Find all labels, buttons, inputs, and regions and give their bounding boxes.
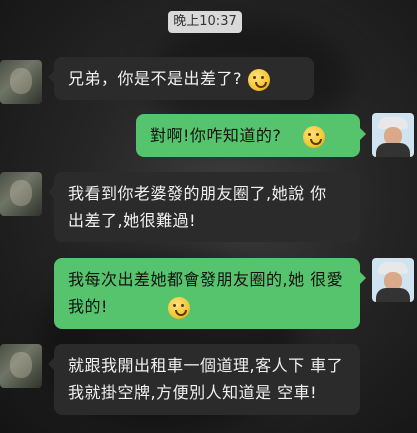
outgoing-message-bubble[interactable]: 對啊!你咋知道的? bbox=[136, 114, 366, 157]
outgoing-message-bubble[interactable]: 我每次出差她都會發朋友圈的,她 很愛 我的! bbox=[54, 258, 366, 329]
message-text-line: 我每次出差她都會發朋友圈的,她 很愛 bbox=[68, 270, 344, 289]
incoming-message-bubble[interactable]: 就跟我開出租車一個道理,客人下 車了 我就掛空牌,方便別人知道是 空車! bbox=[48, 344, 360, 415]
message-text: 兄弟，你是不是出差了? bbox=[68, 69, 242, 88]
my-avatar[interactable] bbox=[372, 113, 414, 157]
contact-avatar[interactable] bbox=[0, 344, 42, 388]
message-text: 對啊!你咋知道的? bbox=[150, 126, 282, 145]
message-text-line: 出差了,她很難過! bbox=[68, 211, 197, 230]
timestamp-chip: 晚上10:37 bbox=[168, 11, 242, 33]
message-text-line: 我就掛空牌,方便別人知道是 空車! bbox=[68, 383, 318, 402]
incoming-message-bubble[interactable]: 我看到你老婆發的朋友圈了,她說 你 出差了,她很難過! bbox=[48, 172, 360, 242]
worried-face-emoji-icon bbox=[248, 68, 270, 91]
thinking-face-emoji-icon bbox=[167, 296, 190, 319]
incoming-message-bubble[interactable]: 兄弟，你是不是出差了? bbox=[48, 57, 314, 100]
message-text-line: 我看到你老婆發的朋友圈了,她說 你 bbox=[68, 184, 327, 203]
contact-avatar[interactable] bbox=[0, 60, 42, 104]
message-text-line: 就跟我開出租車一個道理,客人下 車了 bbox=[68, 356, 344, 375]
contact-avatar[interactable] bbox=[0, 172, 42, 216]
crying-face-emoji-icon bbox=[303, 125, 326, 148]
my-avatar[interactable] bbox=[372, 258, 414, 302]
message-text-line: 我的! bbox=[68, 297, 108, 316]
